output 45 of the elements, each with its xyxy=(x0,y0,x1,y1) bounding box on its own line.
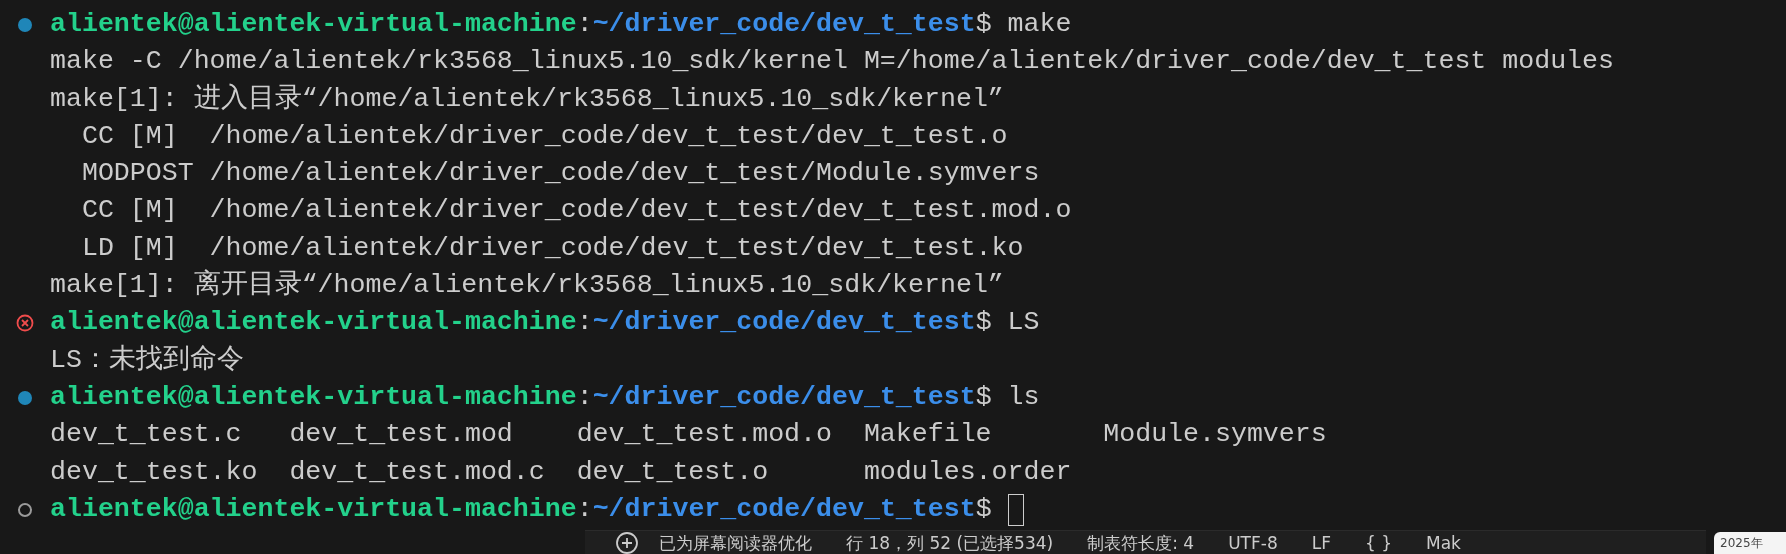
status-item[interactable]: { } xyxy=(1364,532,1392,554)
file-name: dev_t_test.ko xyxy=(50,455,259,489)
file-name: modules.order xyxy=(863,455,1073,489)
output-text: MODPOST /home/alientek/driver_code/dev_t_test/Module.symvers xyxy=(80,157,1040,191)
status-item[interactable]: LF xyxy=(1311,532,1331,554)
prompt-user: alientek@alientek-virtual-machine xyxy=(50,306,577,340)
prompt-symbol: $ xyxy=(975,8,992,41)
file-name: dev_t_test.c xyxy=(50,418,243,452)
status-item[interactable]: Mak xyxy=(1426,532,1461,554)
file-name: dev_t_test.mod xyxy=(289,418,514,452)
output-text: make -C /home/alientek/rk3568_linux5.10_sdk/kernel M=/home/alientek/driver_code/dev_t_test modules xyxy=(50,45,1614,79)
status-item[interactable]: 制表符长度: 4 xyxy=(1087,532,1195,554)
prompt-path: ~/driver_code/dev_t_test xyxy=(592,380,976,414)
output-text: make[1]: 离开目录“/home/alientek/rk3568_linux5.10_sdk/kernel” xyxy=(50,268,1004,303)
prompt-symbol: $ xyxy=(975,492,992,526)
output-text: CC [M] /home/alientek/driver_code/dev_t_test/dev_t_test.mod.o xyxy=(80,194,1072,228)
command-text: make xyxy=(1007,8,1072,41)
output-text: LS：未找到命令 xyxy=(50,343,244,377)
output-text: make[1]: 进入目录“/home/alientek/rk3568_linux5.10_sdk/kernel” xyxy=(50,82,1004,116)
prompt-path: ~/driver_code/dev_t_test xyxy=(592,492,976,526)
prompt-user: alientek@alientek-virtual-machine xyxy=(50,492,577,526)
command-text: ls xyxy=(1007,380,1040,414)
prompt-user: alientek@alientek-virtual-machine xyxy=(50,8,577,41)
tooltip: 2025年 xyxy=(1714,532,1786,554)
prompt-separator: : xyxy=(576,492,593,526)
file-name: dev_t_test.mod.o xyxy=(576,418,833,452)
prompt-symbol: $ xyxy=(975,306,992,340)
zoom-in-icon[interactable] xyxy=(615,531,639,554)
prompt-symbol: $ xyxy=(975,380,992,414)
prompt-separator: : xyxy=(576,380,593,414)
output-text: CC [M] /home/alientek/driver_code/dev_t_test/dev_t_test.o xyxy=(80,119,1008,153)
status-item[interactable]: UTF-8 xyxy=(1228,532,1278,554)
file-name: Module.symvers xyxy=(1103,418,1328,452)
prompt-user: alientek@alientek-virtual-machine xyxy=(50,380,577,414)
file-name: Makefile xyxy=(863,418,993,452)
status-item[interactable]: 行 18，列 52 (已选择534) xyxy=(846,532,1054,554)
prompt-path: ~/driver_code/dev_t_test xyxy=(592,306,976,340)
output-text: LD [M] /home/alientek/driver_code/dev_t_test/dev_t_test.ko xyxy=(80,231,1024,265)
status-item[interactable]: 已为屏幕阅读器优化 xyxy=(659,532,812,554)
prompt-path: ~/driver_code/dev_t_test xyxy=(592,8,976,41)
prompt-separator: : xyxy=(576,306,593,340)
command-text: LS xyxy=(1007,306,1040,340)
file-name: dev_t_test.mod.c xyxy=(289,455,546,489)
prompt-separator: : xyxy=(576,8,593,41)
file-name: dev_t_test.o xyxy=(576,455,770,489)
